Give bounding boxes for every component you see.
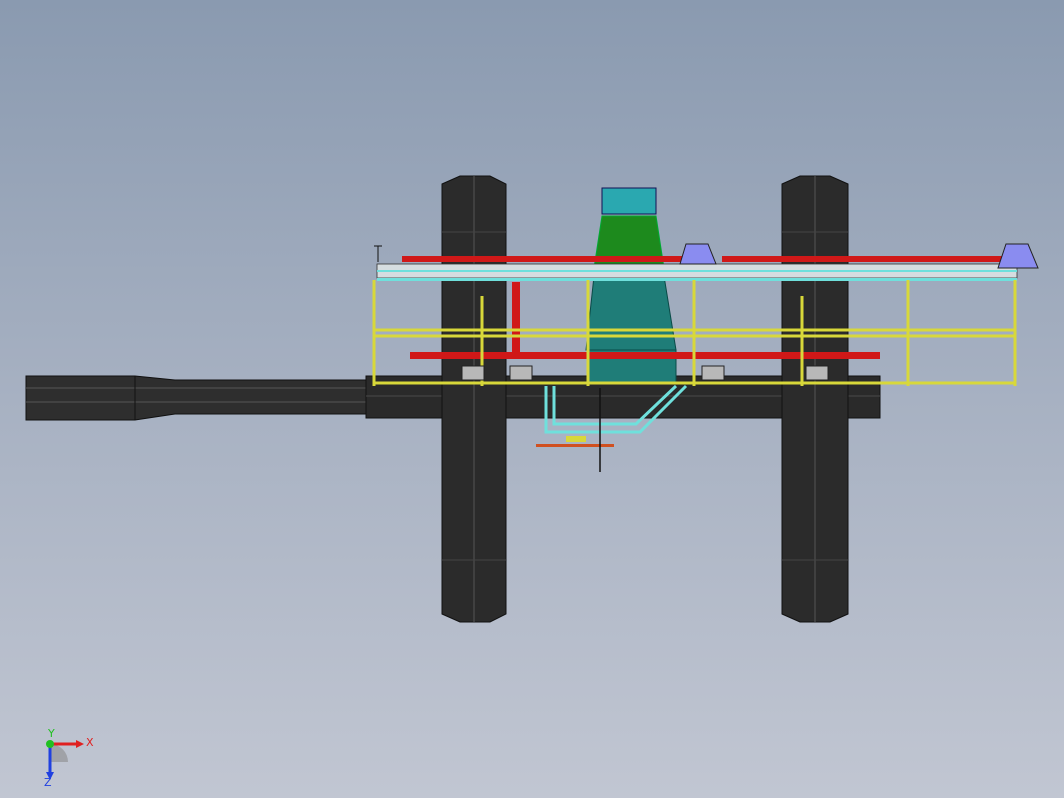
top-rail [376,263,1018,281]
right-blue-wedge [997,243,1039,269]
x-axis-label: X [86,736,94,749]
left-tire [441,175,507,623]
3d-viewport[interactable]: X Y Z [0,0,1064,798]
left-blue-wedge [679,243,717,265]
x-axis-arrow [76,740,84,748]
y-axis-label: Y [47,728,55,740]
y-axis-dot [46,740,54,748]
yellow-block [566,436,586,442]
z-axis-label: Z [44,776,52,788]
orientation-triad: X Y Z [44,728,94,788]
machine-model[interactable] [0,0,1064,798]
right-tire [781,175,849,623]
orange-bar [536,444,614,447]
small-marker [374,245,382,262]
